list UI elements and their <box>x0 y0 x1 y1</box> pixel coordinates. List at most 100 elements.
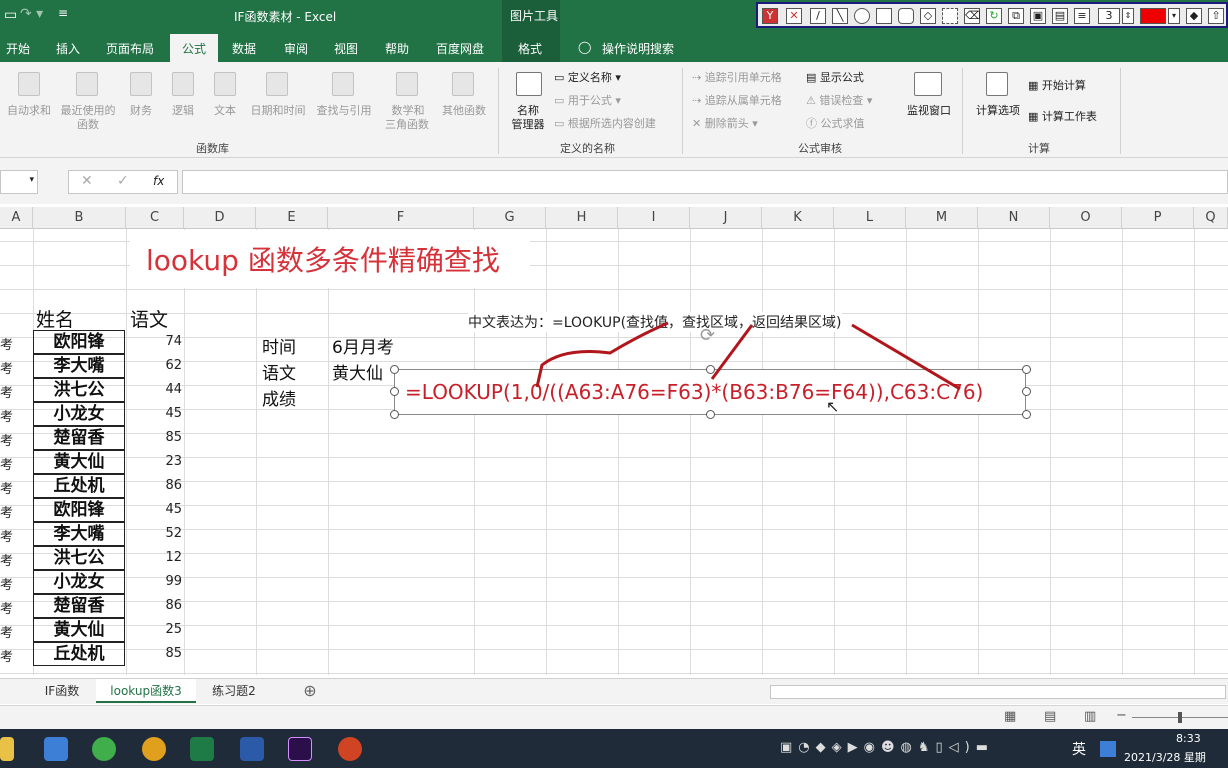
col-header-h[interactable]: H <box>546 207 618 229</box>
col-header-g[interactable]: G <box>474 207 546 229</box>
normal-view-icon[interactable]: ▦ <box>1004 709 1016 724</box>
chrome-icon[interactable] <box>142 737 166 761</box>
question-icon[interactable] <box>172 72 194 96</box>
color-dropdown-icon[interactable]: ▾ <box>1168 8 1180 24</box>
define-name-button[interactable]: ▭ 定义名称 ▾ <box>554 71 621 85</box>
calculator-icon[interactable] <box>986 72 1008 96</box>
word-taskbar-icon[interactable] <box>240 737 264 761</box>
width-spinner-icon[interactable]: ⇕ <box>1122 8 1134 24</box>
up-tool-icon[interactable]: ⇧ <box>1208 8 1224 24</box>
error-check-button[interactable]: ⚠ 错误检查 ▾ <box>806 94 872 108</box>
tab-home[interactable]: 开始 <box>6 40 30 57</box>
col-header-j[interactable]: J <box>690 207 762 229</box>
store-icon[interactable] <box>44 737 68 761</box>
add-sheet-icon[interactable]: ⊕ <box>298 679 322 703</box>
finance-icon[interactable] <box>130 72 152 96</box>
horizontal-scrollbar[interactable] <box>770 685 1226 699</box>
calendar-icon[interactable] <box>266 72 288 96</box>
col-header-f[interactable]: F <box>328 207 474 229</box>
tab-page-layout[interactable]: 页面布局 <box>106 40 154 57</box>
col-header-i[interactable]: I <box>618 207 690 229</box>
tray-icons[interactable]: ▣◔◆◈▶◉☻◍♞▯◁)▬ <box>780 740 994 755</box>
evaluate-formula-button[interactable]: ⓕ 公式求值 <box>806 117 865 131</box>
cancel-icon[interactable]: ✕ <box>81 173 93 189</box>
line-tool-icon[interactable]: ╲ <box>832 8 848 24</box>
use-in-formula-button[interactable]: ▭ 用于公式 ▾ <box>554 94 621 108</box>
sheet-tab-practice2[interactable]: 练习题2 <box>200 679 268 703</box>
formula-input[interactable] <box>182 170 1228 194</box>
zoom-thumb[interactable] <box>1178 712 1182 723</box>
refresh-tool-icon[interactable]: ↻ <box>986 8 1002 24</box>
star-icon[interactable] <box>76 72 98 96</box>
calculate-now-button[interactable]: ▦ 开始计算 <box>1028 79 1086 93</box>
diamond-tool-icon[interactable]: ◇ <box>920 8 936 24</box>
close-tool-icon[interactable]: ✕ <box>786 8 802 24</box>
tab-formulas[interactable]: 公式 <box>182 40 206 57</box>
more-icon[interactable] <box>452 72 474 96</box>
app-green-icon[interactable] <box>92 737 116 761</box>
premiere-taskbar-icon[interactable] <box>288 737 312 761</box>
tab-review[interactable]: 审阅 <box>284 40 308 57</box>
sigma-icon[interactable] <box>18 72 40 96</box>
trace-precedents-button[interactable]: ⇢ 追踪引用单元格 <box>692 71 782 85</box>
copy-tool-icon[interactable]: ⧉ <box>1008 8 1024 24</box>
clock-time[interactable]: 8:33 <box>1176 732 1201 745</box>
open-tool-icon[interactable]: ▤ <box>1052 8 1068 24</box>
name-box[interactable]: ▾ <box>0 170 38 194</box>
zoom-out-icon[interactable]: − <box>1116 708 1127 723</box>
col-header-o[interactable]: O <box>1050 207 1122 229</box>
excel-taskbar-icon[interactable] <box>190 737 214 761</box>
rectangle-tool-icon[interactable] <box>876 8 892 24</box>
powerpoint-taskbar-icon[interactable] <box>338 737 362 761</box>
tell-me-search[interactable]: 操作说明搜索 <box>602 40 674 57</box>
clock-date[interactable]: 2021/3/28 星期 <box>1124 749 1206 765</box>
lookup-icon[interactable] <box>332 72 354 96</box>
col-header-l[interactable]: L <box>834 207 906 229</box>
col-header-m[interactable]: M <box>906 207 978 229</box>
col-header-e[interactable]: E <box>256 207 328 229</box>
col-header-b[interactable]: B <box>33 207 126 229</box>
col-header-k[interactable]: K <box>762 207 834 229</box>
col-header-a[interactable]: A <box>0 207 33 229</box>
page-break-view-icon[interactable]: ▥ <box>1084 709 1096 724</box>
tab-view[interactable]: 视图 <box>334 40 358 57</box>
create-from-selection-button[interactable]: ▭ 根据所选内容创建 <box>554 117 656 131</box>
pen-tool-icon[interactable]: / <box>810 8 826 24</box>
save-tool-icon[interactable]: ▣ <box>1030 8 1046 24</box>
pointer-tool-icon[interactable]: Y <box>762 8 778 24</box>
trace-dependents-button[interactable]: ⇢ 追踪从属单元格 <box>692 94 782 108</box>
redo-icon[interactable]: ↷ ▾ <box>20 6 43 22</box>
width-value[interactable]: 3 <box>1098 8 1120 24</box>
tab-baidu[interactable]: 百度网盘 <box>436 40 484 57</box>
text-a-icon[interactable] <box>214 72 236 96</box>
col-header-c[interactable]: C <box>126 207 184 229</box>
tab-format[interactable]: 格式 <box>518 40 542 57</box>
ime-app-icon[interactable] <box>1100 741 1116 757</box>
save-icon[interactable]: ▭ <box>4 7 17 23</box>
col-header-d[interactable]: D <box>184 207 256 229</box>
insert-function-icon[interactable]: fx <box>153 174 164 188</box>
col-header-n[interactable]: N <box>978 207 1050 229</box>
file-explorer-icon[interactable] <box>0 737 14 761</box>
sheet-tab-if[interactable]: IF函数 <box>32 679 92 703</box>
enter-icon[interactable]: ✓ <box>117 173 129 189</box>
width-tool-icon[interactable]: ≡ <box>1074 8 1090 24</box>
tab-help[interactable]: 帮助 <box>385 40 409 57</box>
customize-qat-icon[interactable]: ≡ <box>58 6 68 20</box>
remove-arrows-button[interactable]: ✕ 删除箭头 ▾ <box>692 117 758 131</box>
rounded-rect-tool-icon[interactable] <box>898 8 914 24</box>
eraser-tool-icon[interactable]: ⌫ <box>964 8 981 24</box>
tab-insert[interactable]: 插入 <box>56 40 80 57</box>
ime-indicator[interactable]: 英 <box>1072 739 1086 759</box>
color-picker-icon[interactable] <box>1140 8 1166 24</box>
palette-tool-icon[interactable]: ◆ <box>1186 8 1202 24</box>
show-formulas-button[interactable]: ▤ 显示公式 <box>806 71 864 85</box>
name-box-dropdown-icon[interactable]: ▾ <box>29 175 34 185</box>
watch-window-icon[interactable] <box>914 72 942 96</box>
col-header-q[interactable]: Q <box>1194 207 1228 229</box>
theta-icon[interactable] <box>396 72 418 96</box>
col-header-p[interactable]: P <box>1122 207 1194 229</box>
select-tool-icon[interactable] <box>942 8 958 24</box>
tab-data[interactable]: 数据 <box>232 40 256 57</box>
ellipse-tool-icon[interactable] <box>854 8 870 24</box>
